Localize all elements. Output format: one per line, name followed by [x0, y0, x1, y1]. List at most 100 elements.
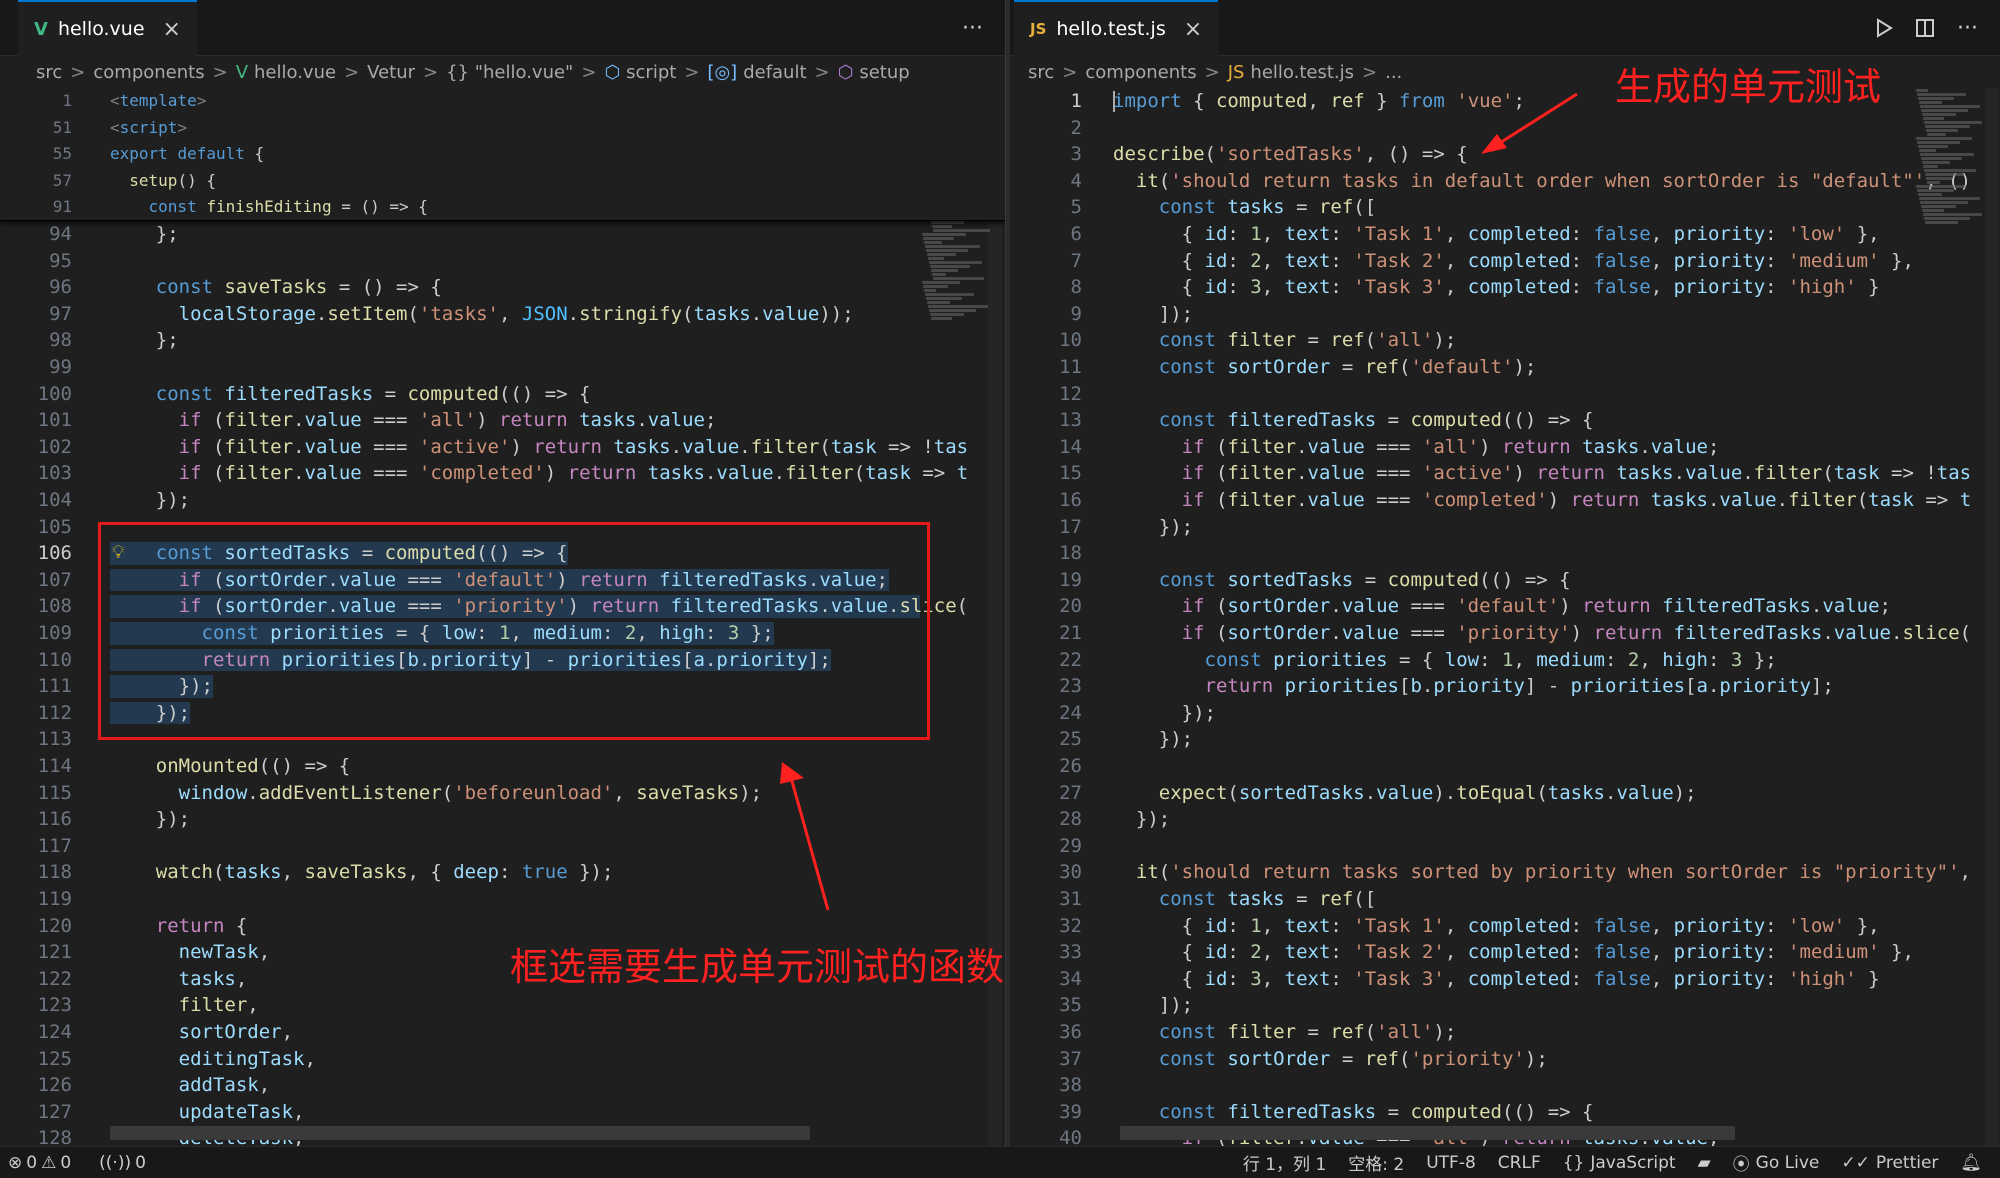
code-text[interactable]: { id: 1, text: 'Task 1', completed: fals…	[1113, 913, 1880, 940]
end-of-line[interactable]: CRLF	[1498, 1153, 1541, 1173]
breadcrumb-item[interactable]: Vetur	[367, 62, 415, 83]
code-text[interactable]: const filter = ref('all');	[1113, 1019, 1457, 1046]
code-line[interactable]: 37 const sortOrder = ref('priority');	[1010, 1046, 2000, 1073]
code-line[interactable]: 7 { id: 2, text: 'Task 2', completed: fa…	[1010, 248, 2000, 275]
code-line[interactable]: 24 });	[1010, 700, 2000, 727]
run-icon[interactable]	[1875, 18, 1893, 38]
code-line[interactable]: 57 setup() {	[0, 168, 1005, 195]
code-text[interactable]: if (filter.value === 'completed') return…	[1113, 487, 1972, 514]
notifications-bell-icon[interactable]: 🔔︎	[1960, 1153, 1982, 1173]
breadcrumb-item[interactable]: [◎] default	[707, 62, 806, 83]
code-line[interactable]: 21 if (sortOrder.value === 'priority') r…	[1010, 620, 2000, 647]
breadcrumb-item[interactable]: src	[1028, 62, 1054, 83]
code-text[interactable]: import { computed, ref } from 'vue';	[1113, 88, 1525, 115]
code-line[interactable]: 11 const sortOrder = ref('default');	[1010, 354, 2000, 381]
code-line[interactable]: 14 if (filter.value === 'all') return ta…	[1010, 434, 2000, 461]
code-line[interactable]: 39 const filteredTasks = computed(() => …	[1010, 1099, 2000, 1126]
breadcrumb-item[interactable]: src	[36, 62, 62, 83]
breadcrumb-item[interactable]: components	[93, 62, 204, 83]
code-line[interactable]: 18	[1010, 540, 2000, 567]
code-text[interactable]: addTask,	[110, 1072, 271, 1099]
code-line[interactable]: 103 if (filter.value === 'completed') re…	[0, 460, 1005, 487]
code-line[interactable]: 34 { id: 3, text: 'Task 3', completed: f…	[1010, 966, 2000, 993]
code-text[interactable]: const finishEditing = () => {	[110, 194, 428, 221]
more-actions-icon[interactable]: ···	[1957, 16, 1978, 41]
code-line[interactable]: 101 if (filter.value === 'all') return t…	[0, 407, 1005, 434]
code-text[interactable]: filter,	[110, 992, 259, 1019]
code-line[interactable]: 91 const finishEditing = () => {	[0, 194, 1005, 221]
breadcrumb-item[interactable]: {} "hello.vue"	[446, 62, 573, 83]
code-line[interactable]: 51 <script>	[0, 115, 1005, 142]
feedback-icon[interactable]: ▰	[1698, 1153, 1711, 1173]
code-line[interactable]: 4 it('should return tasks in default ord…	[1010, 168, 2000, 195]
code-text[interactable]: const filter = ref('all');	[1113, 327, 1457, 354]
code-line[interactable]: 126 addTask,	[0, 1072, 1005, 1099]
code-text[interactable]: expect(sortedTasks.value).toEqual(tasks.…	[1113, 780, 1697, 807]
code-text[interactable]: updateTask,	[110, 1099, 305, 1126]
indentation[interactable]: 空格: 2	[1348, 1150, 1404, 1175]
breadcrumb-item[interactable]: ⬡ script	[604, 62, 676, 83]
horizontal-scrollbar-left[interactable]	[110, 1126, 810, 1140]
tab-hello-test-js[interactable]: JS hello.test.js ×	[1014, 0, 1219, 56]
code-line[interactable]: 9 ]);	[1010, 301, 2000, 328]
code-line[interactable]: 102 if (filter.value === 'active') retur…	[0, 434, 1005, 461]
code-line[interactable]: 36 const filter = ref('all');	[1010, 1019, 2000, 1046]
code-line[interactable]: 28 });	[1010, 806, 2000, 833]
code-text[interactable]: <template>	[110, 88, 206, 115]
breadcrumb-item[interactable]: ⬡ setup	[838, 62, 910, 83]
code-text[interactable]: };	[110, 327, 179, 354]
code-text[interactable]: { id: 3, text: 'Task 3', completed: fals…	[1113, 274, 1880, 301]
code-line[interactable]: 55 export default {	[0, 141, 1005, 168]
code-line[interactable]: 20 if (sortOrder.value === 'default') re…	[1010, 593, 2000, 620]
code-text[interactable]: const filteredTasks = computed(() => {	[1113, 407, 1594, 434]
code-text[interactable]: if (filter.value === 'completed') return…	[110, 460, 969, 487]
code-text[interactable]: return priorities[b.priority] - prioriti…	[1113, 673, 1834, 700]
go-live-button[interactable]: ⦿ Go Live	[1733, 1150, 1820, 1176]
code-text[interactable]: localStorage.setItem('tasks', JSON.strin…	[110, 301, 854, 328]
code-text[interactable]: const filteredTasks = computed(() => {	[110, 381, 591, 408]
language-mode[interactable]: {} JavaScript	[1563, 1153, 1676, 1173]
code-text[interactable]: newTask,	[110, 939, 271, 966]
code-line[interactable]: 30 it('should return tasks sorted by pri…	[1010, 859, 2000, 886]
code-line[interactable]: 1 <template>	[0, 88, 1005, 115]
ports-indicator[interactable]: ((·)) 0	[99, 1153, 146, 1173]
code-text[interactable]: describe('sortedTasks', () => {	[1113, 141, 1468, 168]
code-text[interactable]: const sortOrder = ref('default');	[1113, 354, 1537, 381]
code-line[interactable]: 12	[1010, 381, 2000, 408]
code-line[interactable]: 8 { id: 3, text: 'Task 3', completed: fa…	[1010, 274, 2000, 301]
breadcrumb-item[interactable]: JS hello.test.js	[1228, 62, 1354, 83]
code-text[interactable]: const saveTasks = () => {	[110, 274, 442, 301]
code-text[interactable]: if (sortOrder.value === 'priority') retu…	[1113, 620, 1971, 647]
code-line[interactable]: 96 const saveTasks = () => {	[0, 274, 1005, 301]
vertical-scrollbar-right[interactable]	[1985, 88, 1999, 1146]
code-line[interactable]: 32 { id: 1, text: 'Task 1', completed: f…	[1010, 913, 2000, 940]
code-text[interactable]: editingTask,	[110, 1046, 316, 1073]
breadcrumb-item[interactable]: components	[1085, 62, 1196, 83]
prettier-status[interactable]: ✓✓ Prettier	[1841, 1153, 1938, 1173]
code-line[interactable]: 16 if (filter.value === 'completed') ret…	[1010, 487, 2000, 514]
code-text[interactable]: if (sortOrder.value === 'default') retur…	[1113, 593, 1891, 620]
code-text[interactable]: watch(tasks, saveTasks, { deep: true });	[110, 859, 614, 886]
code-line[interactable]: 125 editingTask,	[0, 1046, 1005, 1073]
code-text[interactable]: <script>	[110, 115, 187, 142]
code-text[interactable]: { id: 2, text: 'Task 2', completed: fals…	[1113, 248, 1914, 275]
cursor-position[interactable]: 行 1，列 1	[1243, 1150, 1326, 1175]
code-line[interactable]: 104 });	[0, 487, 1005, 514]
code-line[interactable]: 19 const sortedTasks = computed(() => {	[1010, 567, 2000, 594]
code-text[interactable]: setup() {	[110, 168, 216, 195]
horizontal-scrollbar-right[interactable]	[1120, 1126, 1735, 1140]
code-line[interactable]: 5 const tasks = ref([	[1010, 194, 2000, 221]
code-line[interactable]: 38	[1010, 1072, 2000, 1099]
code-line[interactable]: 27 expect(sortedTasks.value).toEqual(tas…	[1010, 780, 2000, 807]
code-text[interactable]: });	[1113, 514, 1193, 541]
code-line[interactable]: 35 ]);	[1010, 992, 2000, 1019]
code-text[interactable]: ]);	[1113, 301, 1193, 328]
code-text[interactable]: });	[1113, 700, 1216, 727]
code-line[interactable]: 23 return priorities[b.priority] - prior…	[1010, 673, 2000, 700]
code-line[interactable]: 6 { id: 1, text: 'Task 1', completed: fa…	[1010, 221, 2000, 248]
code-line[interactable]: 22 const priorities = { low: 1, medium: …	[1010, 647, 2000, 674]
code-text[interactable]: it('should return tasks in default order…	[1113, 168, 1971, 195]
code-text[interactable]: });	[110, 806, 190, 833]
code-text[interactable]: tasks,	[110, 966, 248, 993]
code-line[interactable]: 25 });	[1010, 726, 2000, 753]
